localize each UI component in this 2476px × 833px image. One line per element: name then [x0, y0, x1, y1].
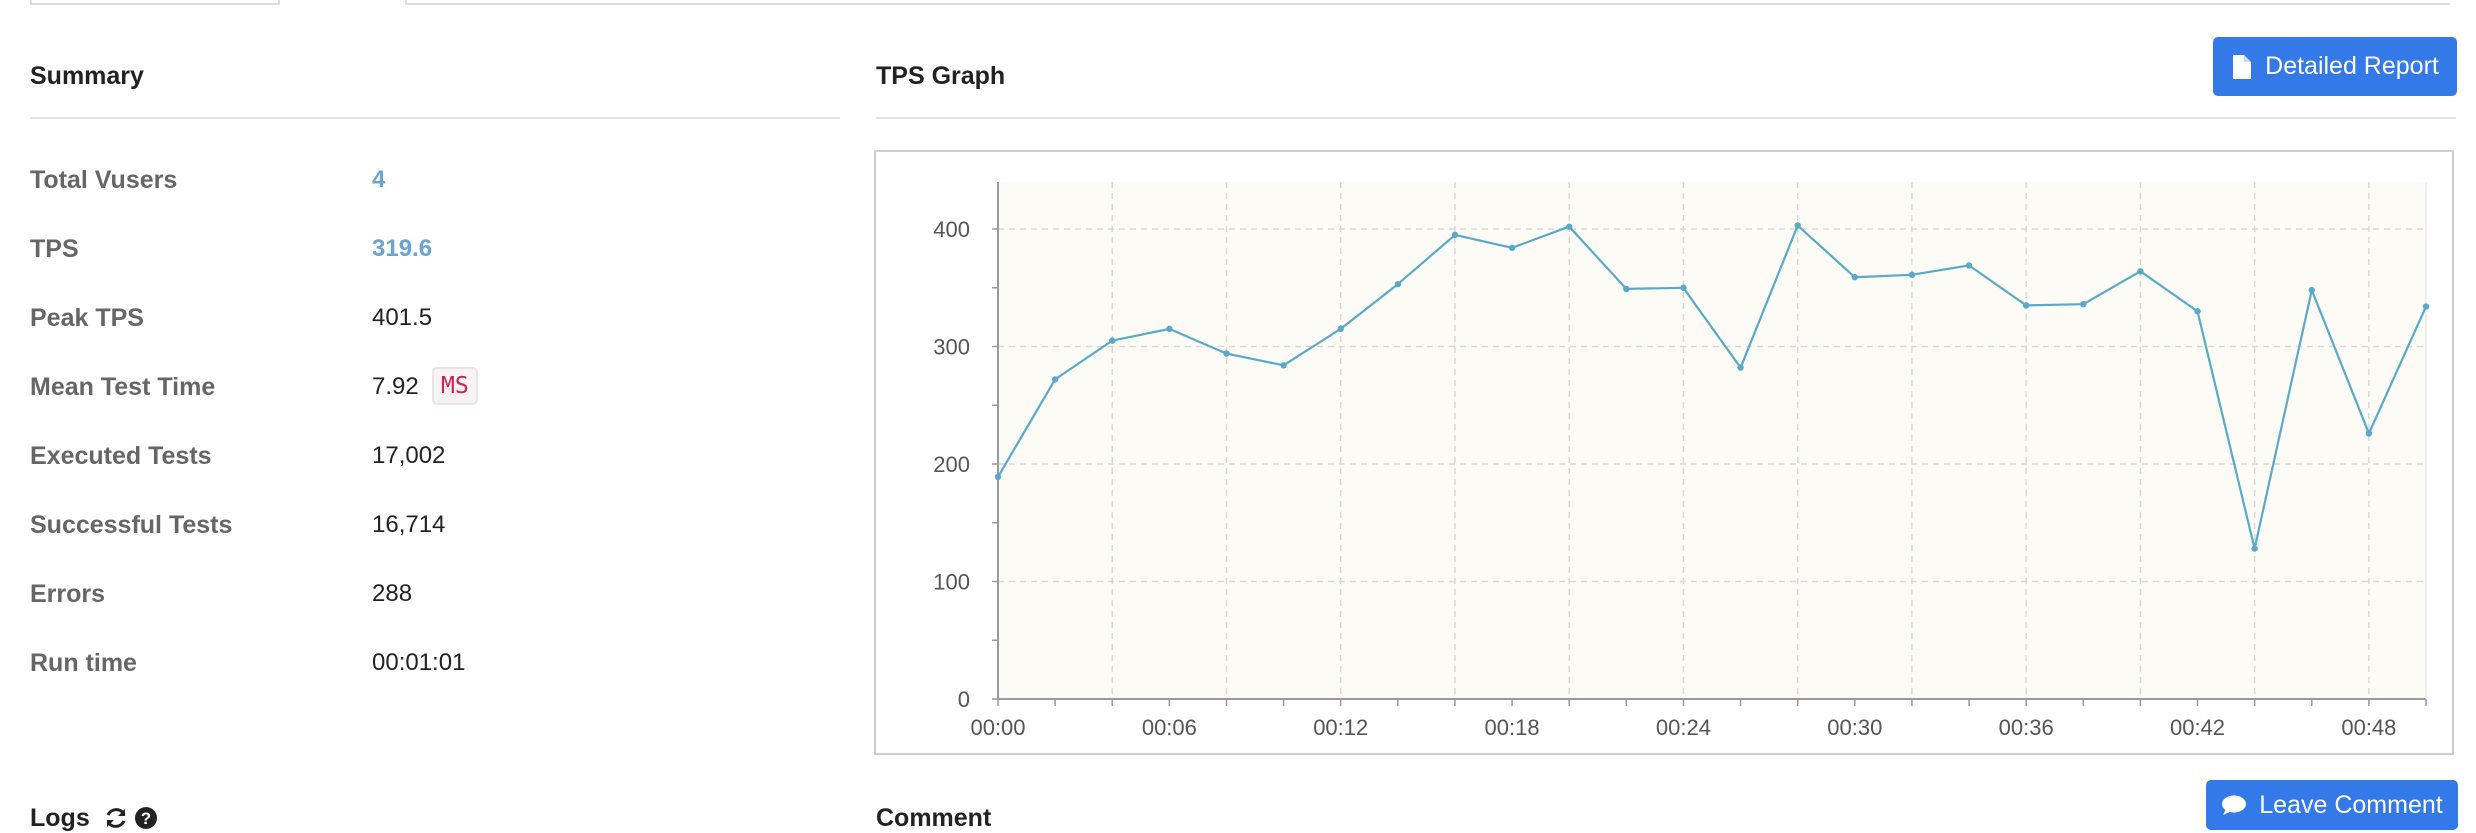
graph-divider [876, 117, 2456, 119]
y-tick-label: 400 [933, 217, 970, 242]
tps-data-point [2422, 303, 2430, 310]
y-tick-label: 100 [933, 570, 970, 595]
summary-value: 288 [372, 580, 413, 607]
tps-data-point [1794, 222, 1801, 229]
tps-data-point [1737, 364, 1744, 371]
summary-divider [30, 117, 840, 119]
tps-data-point [1280, 362, 1287, 369]
y-tick-label: 300 [933, 335, 970, 360]
tps-data-point [1623, 285, 1630, 293]
y-tick-label: 0 [958, 687, 970, 712]
question-circle-icon[interactable]: ? [134, 806, 158, 830]
tps-data-point [2022, 302, 2030, 309]
tps-data-point [1451, 231, 1459, 239]
comment-title: Comment [876, 804, 992, 832]
tps-data-point [1965, 262, 1973, 269]
tab-bar-border [405, 0, 2450, 5]
unit-badge: MS [432, 367, 478, 405]
graph-title: TPS Graph [876, 62, 1006, 90]
x-tick-label: 00:06 [1142, 715, 1197, 740]
file-icon [2233, 54, 2252, 79]
summary-row: TPS 319.6 [30, 235, 830, 275]
logs-title: Logs [30, 804, 90, 832]
tps-data-point [1508, 244, 1516, 251]
summary-label: Run time [30, 649, 137, 677]
summary-label: TPS [30, 235, 79, 263]
plot-area [998, 182, 2426, 699]
tps-data-point [1166, 325, 1173, 333]
summary-value[interactable]: 319.6 [372, 235, 432, 263]
tps-data-point [1680, 284, 1687, 291]
summary-value: 401.5 [372, 304, 433, 331]
tps-data-point [1223, 350, 1230, 357]
summary-row: Total Vusers 4 [30, 166, 830, 206]
tps-data-point [2194, 308, 2201, 315]
summary-value[interactable]: 4 [372, 166, 385, 194]
summary-value: 16,714 [372, 511, 446, 538]
x-tick-label: 00:12 [1313, 715, 1368, 740]
y-tick-label: 200 [933, 452, 970, 477]
x-tick-label: 00:00 [970, 715, 1025, 740]
refresh-icon[interactable] [104, 806, 128, 830]
summary-value: 17,002 [372, 442, 446, 469]
tps-chart-panel: 0 100 200 300 400 00:00 00:06 00:12 00:18 00:24 00… [874, 150, 2454, 755]
tps-data-point [1051, 376, 1059, 383]
tps-chart: 0 100 200 300 400 00:00 00:06 00:12 00:18 00:24 00… [933, 182, 2430, 740]
summary-label: Mean Test Time [30, 373, 216, 401]
x-tick-label: 00:30 [1827, 715, 1882, 740]
tps-data-point [2080, 301, 2087, 308]
summary-value: 00:01:01 [372, 649, 466, 676]
summary-label: Successful Tests [30, 511, 233, 539]
tps-data-point [2308, 286, 2315, 294]
tps-data-point [1851, 273, 1858, 281]
summary-label: Executed Tests [30, 442, 212, 470]
tps-data-point [1337, 325, 1344, 333]
comment-icon [2222, 795, 2247, 815]
summary-row: Mean Test Time 7.92 MS [30, 367, 830, 413]
summary-row: Successful Tests 16,714 [30, 511, 830, 551]
summary-row: Executed Tests 17,002 [30, 442, 830, 482]
tps-data-point [1566, 223, 1573, 230]
x-tick-label: 00:42 [2170, 715, 2225, 740]
summary-row: Errors 288 [30, 580, 830, 620]
x-tick-label: 00:18 [1485, 715, 1540, 740]
x-tick-label: 00:24 [1656, 715, 1711, 740]
svg-text:?: ? [141, 809, 151, 828]
tps-data-point [994, 473, 1002, 481]
tps-data-point [2251, 545, 2258, 552]
detailed-report-button[interactable]: Detailed Report [2213, 37, 2457, 96]
summary-label: Errors [30, 580, 106, 608]
tps-data-point [1908, 271, 1916, 279]
x-tick-label: 00:36 [1999, 715, 2054, 740]
leave-comment-button[interactable]: Leave Comment [2206, 780, 2458, 830]
leave-comment-label: Leave Comment [2259, 790, 2443, 819]
summary-title: Summary [30, 62, 144, 90]
summary-label: Peak TPS [30, 304, 144, 332]
detailed-report-label: Detailed Report [2265, 52, 2439, 80]
x-tick-label: 00:48 [2341, 715, 2396, 740]
tps-data-point [2137, 268, 2144, 275]
summary-value: 7.92 [372, 373, 419, 400]
summary-row: Run time 00:01:01 [30, 649, 830, 689]
tps-data-point [1109, 337, 1116, 344]
tab-remnant [30, 0, 280, 5]
summary-label: Total Vusers [30, 166, 178, 194]
tps-data-point [1394, 281, 1402, 288]
tps-data-point [2365, 430, 2373, 437]
summary-row: Peak TPS 401.5 [30, 304, 830, 344]
